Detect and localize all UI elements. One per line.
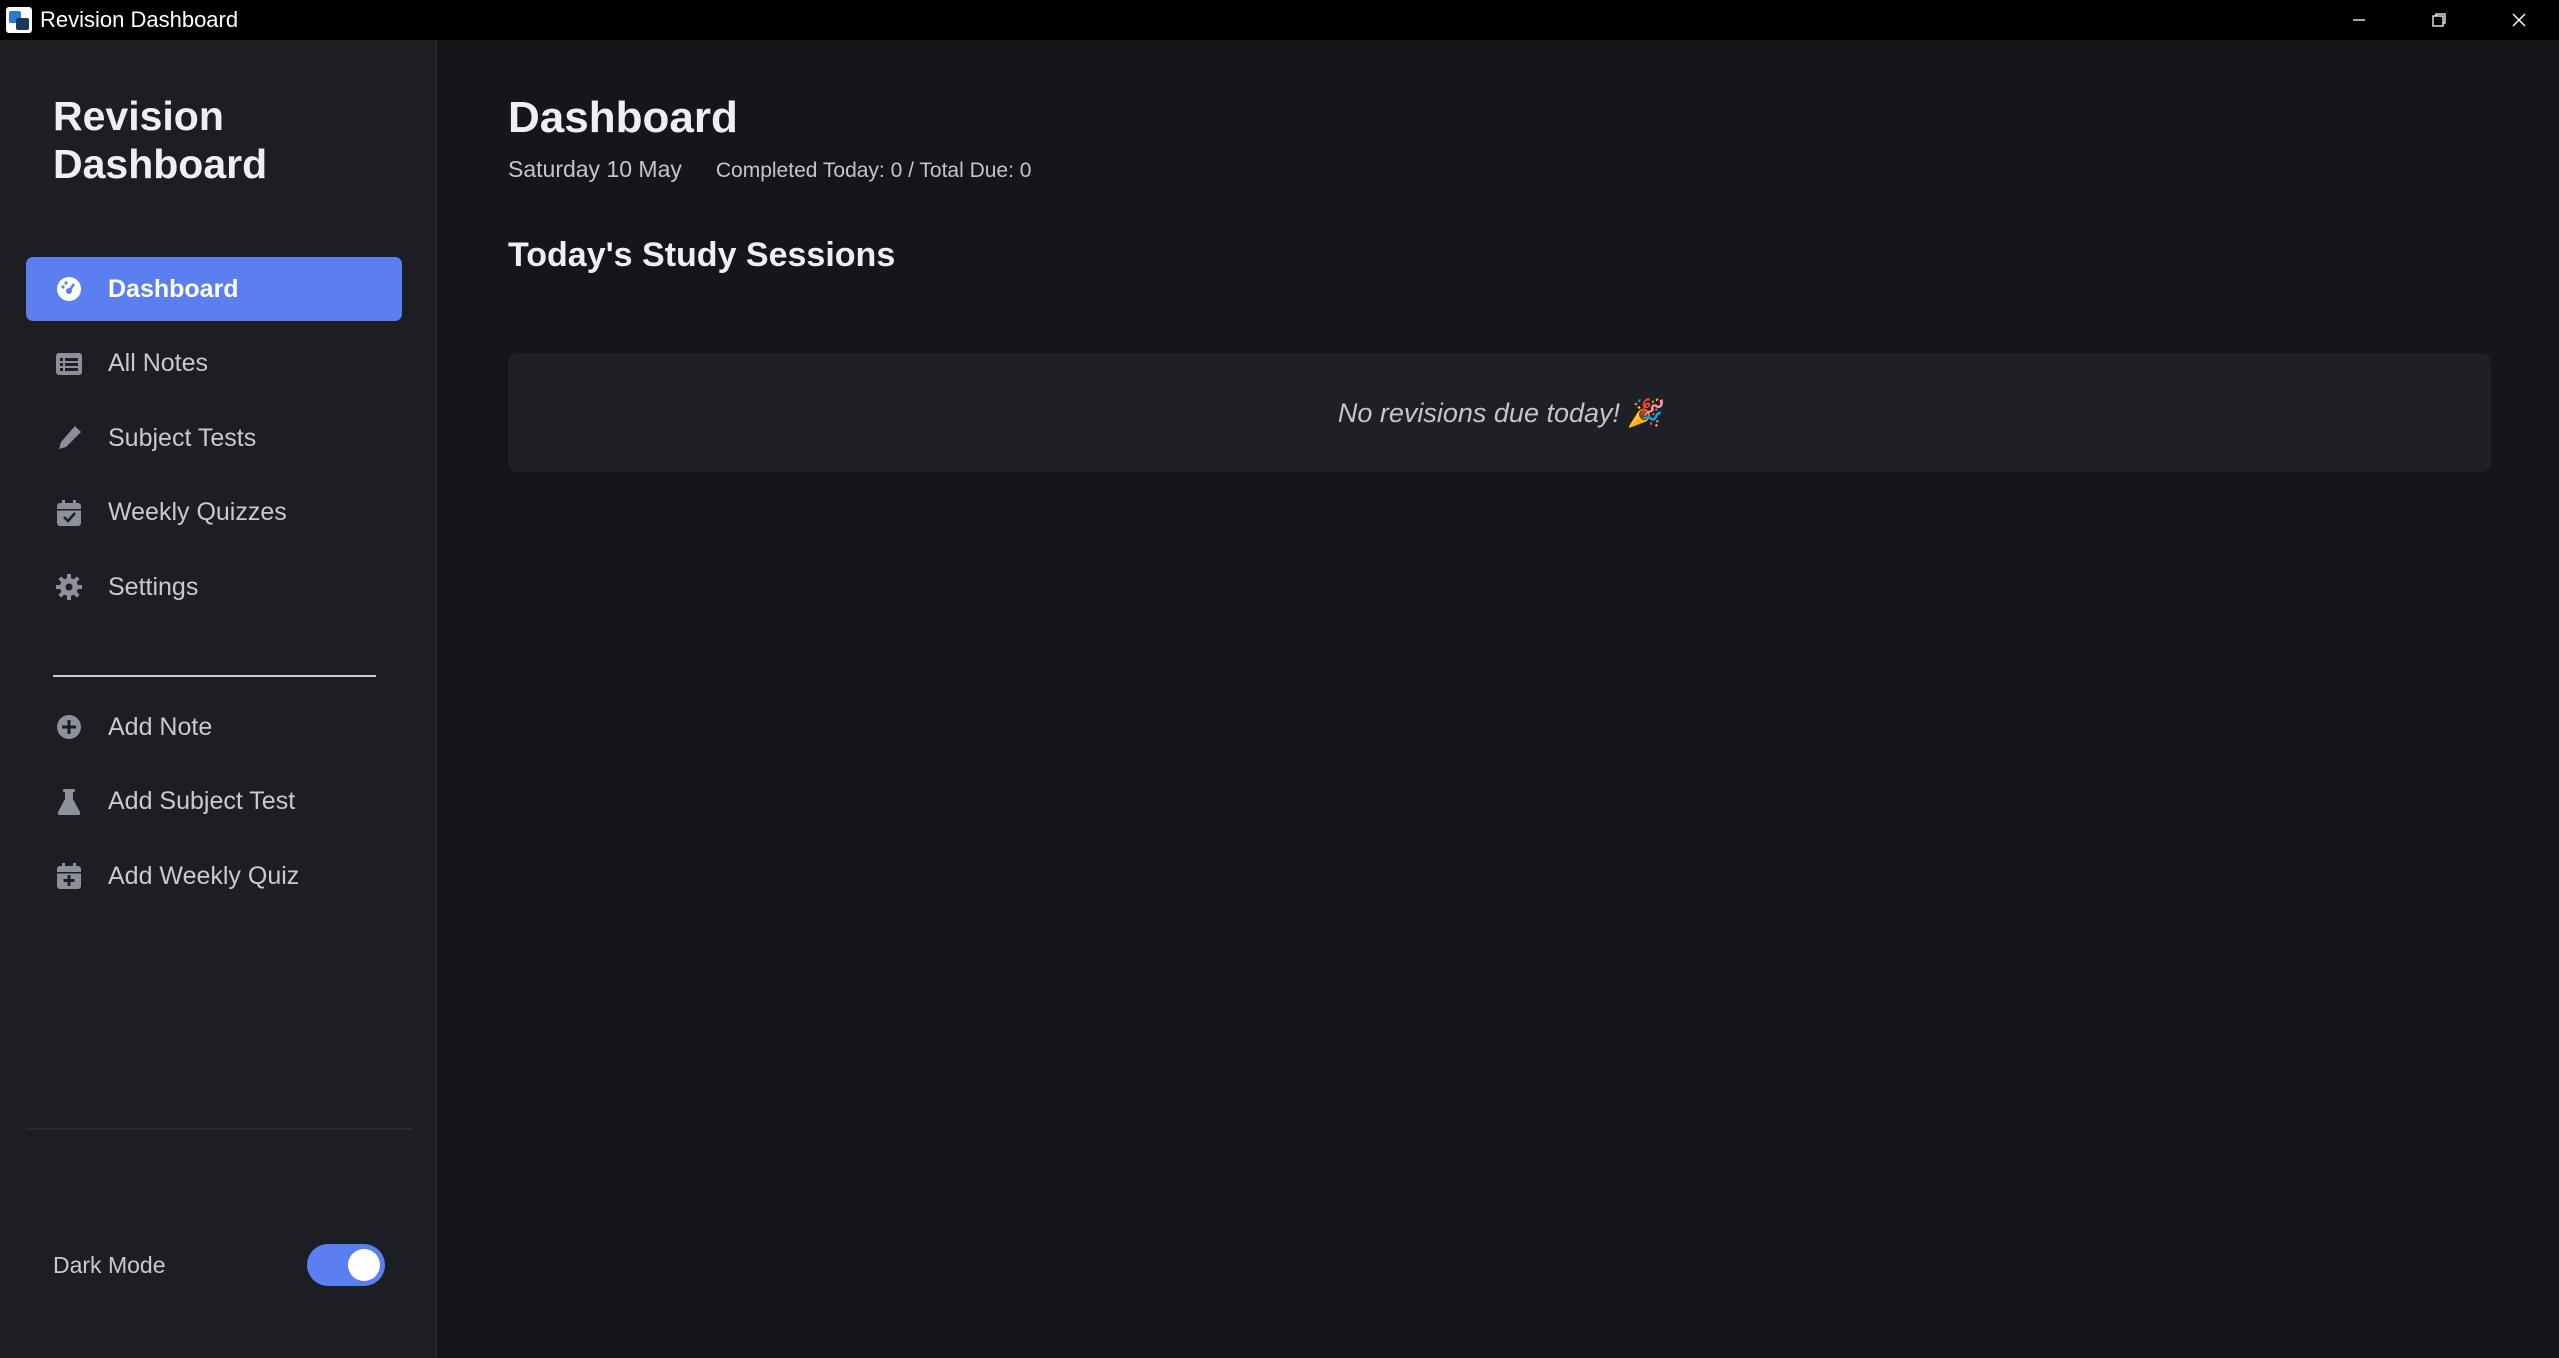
gauge-icon — [54, 274, 84, 304]
nav-item-all-notes[interactable]: All Notes — [26, 332, 402, 396]
list-icon — [54, 349, 84, 379]
close-icon — [2512, 13, 2526, 27]
nav-item-label: Add Subject Test — [108, 787, 296, 815]
nav-item-weekly-quizzes[interactable]: Weekly Quizzes — [26, 481, 402, 545]
completion-stats: Completed Today: 0 / Total Due: 0 — [715, 159, 1032, 182]
page-title: Dashboard — [508, 93, 738, 142]
nav-item-label: Add Weekly Quiz — [108, 861, 300, 890]
empty-state-card: No revisions due today! 🎉 — [508, 353, 2491, 472]
nav-item-settings[interactable]: Settings — [26, 555, 402, 619]
bottom-divider — [26, 1128, 412, 1130]
current-date: Saturday 10 May — [508, 156, 682, 182]
window-controls — [2319, 0, 2559, 40]
calendar-plus-icon — [54, 861, 84, 891]
nav-divider — [53, 675, 376, 677]
window-title: Revision Dashboard — [40, 7, 239, 32]
title-bar: Revision Dashboard — [0, 0, 2559, 40]
close-button[interactable] — [2479, 0, 2559, 40]
gear-icon — [54, 572, 84, 602]
nav-item-dashboard[interactable]: Dashboard — [26, 257, 402, 321]
main-nav: Dashboard All Notes Subject Tests Weekly… — [26, 257, 402, 630]
brand-title: Revision Dashboard — [53, 93, 268, 187]
flask-icon — [54, 787, 84, 817]
date-stats-line: Saturday 10 May Completed Today: 0 / Tot… — [508, 156, 1031, 183]
nav-item-label: Settings — [108, 572, 199, 601]
nav-item-label: Weekly Quizzes — [108, 498, 287, 526]
minimize-icon — [2353, 19, 2365, 21]
nav-item-subject-tests[interactable]: Subject Tests — [26, 406, 402, 470]
nav-item-label: Dashboard — [108, 274, 239, 303]
app-icon — [6, 7, 32, 33]
section-title: Today's Study Sessions — [508, 236, 896, 274]
add-weekly-quiz-button[interactable]: Add Weekly Quiz — [26, 844, 402, 908]
action-nav: Add Note Add Subject Test Add Weekly Qui… — [26, 695, 402, 919]
dark-mode-toggle[interactable] — [307, 1244, 385, 1286]
nav-item-label: Subject Tests — [108, 423, 257, 452]
sidebar: Revision Dashboard Dashboard All Notes S… — [0, 40, 437, 1358]
restore-button[interactable] — [2399, 0, 2479, 40]
minimize-button[interactable] — [2319, 0, 2399, 40]
calendar-check-icon — [54, 498, 84, 528]
nav-item-label: Add Note — [108, 712, 213, 741]
dark-mode-label: Dark Mode — [53, 1251, 166, 1278]
empty-state-message: No revisions due today! 🎉 — [1337, 397, 1662, 428]
add-note-button[interactable]: Add Note — [26, 695, 402, 759]
pen-icon — [54, 423, 84, 453]
main-content: Dashboard Saturday 10 May Completed Toda… — [439, 40, 2559, 1358]
nav-item-label: All Notes — [108, 349, 209, 377]
add-subject-test-button[interactable]: Add Subject Test — [26, 770, 402, 834]
toggle-knob — [348, 1249, 380, 1281]
dark-mode-row: Dark Mode — [53, 1243, 385, 1287]
restore-icon — [2432, 13, 2446, 27]
plus-circle-icon — [54, 712, 84, 742]
